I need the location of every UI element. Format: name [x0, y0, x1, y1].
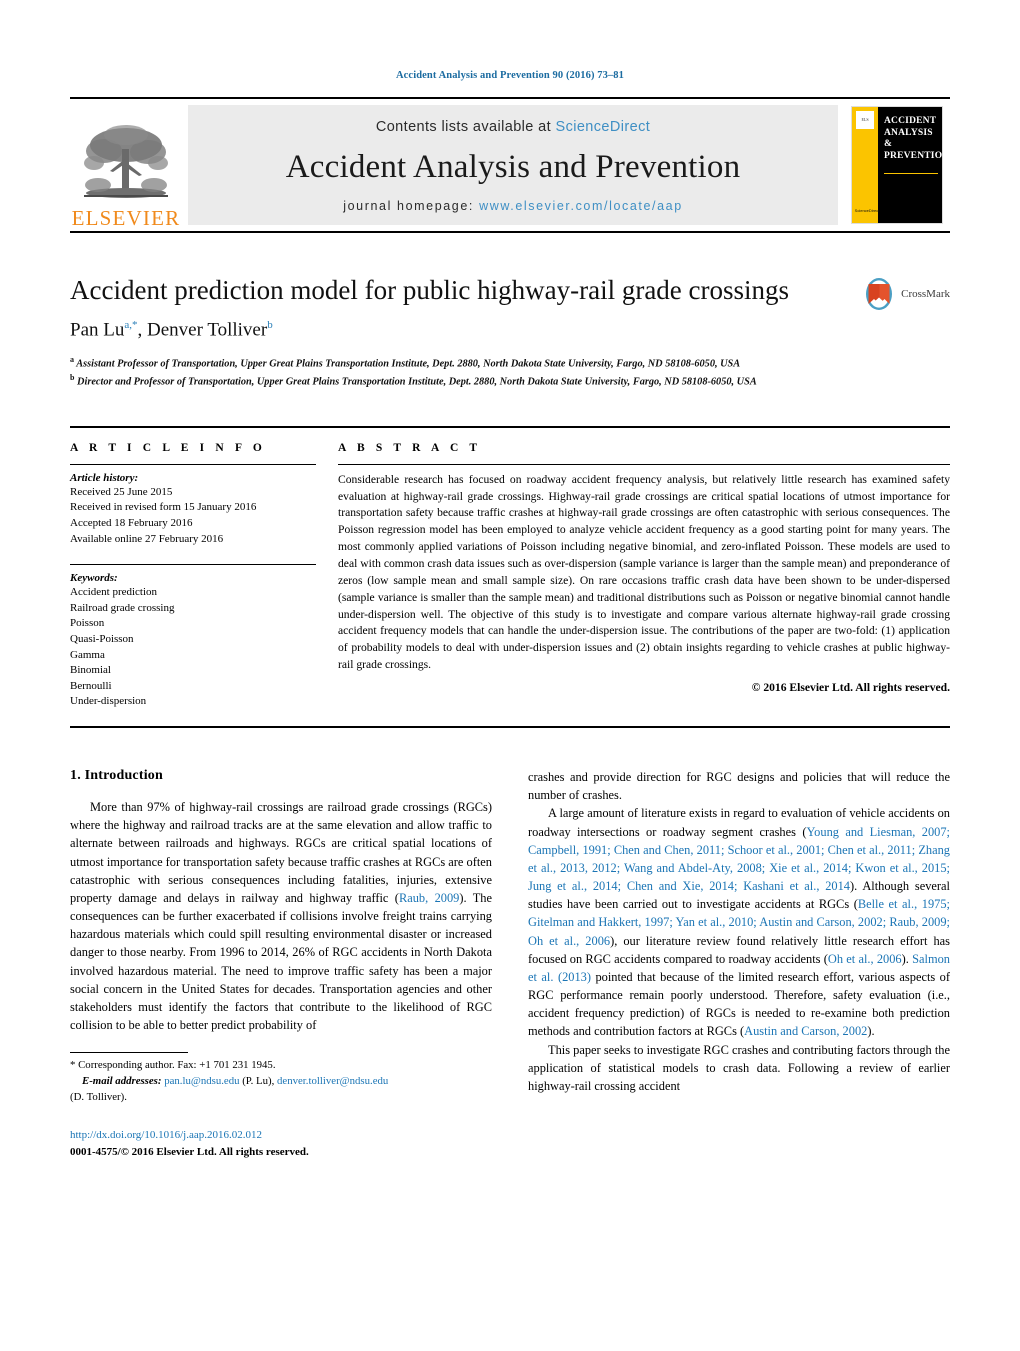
journal-masthead: ELSEVIER Contents lists available at Sci… [70, 97, 950, 233]
footnote-email-line: E-mail addresses: pan.lu@ndsu.edu (P. Lu… [70, 1074, 492, 1090]
affiliation-b-marker: b [70, 373, 75, 383]
elsevier-logo: ELSEVIER [70, 99, 182, 231]
intro-paragraph-1-continued: crashes and provide direction for RGC de… [528, 768, 950, 804]
keyword-item: Bernoulli [70, 679, 112, 692]
crossmark-badge[interactable]: CrossMark [862, 277, 950, 311]
abstract-copyright: © 2016 Elsevier Ltd. All rights reserved… [751, 681, 950, 694]
elsevier-tree-icon [84, 125, 168, 198]
intro-p2-text-d: ). [901, 951, 913, 966]
abstract-rule [338, 463, 950, 465]
paper-page: Accident Analysis and Prevention 90 (201… [0, 0, 1020, 1351]
affiliation-a-marker: a [70, 355, 74, 365]
author-list: Pan Lua,*, Denver Tolliverb [70, 319, 950, 341]
journal-homepage-line: journal homepage: www.elsevier.com/locat… [343, 199, 683, 213]
article-info-column: A R T I C L E I N F O Article history: R… [70, 442, 338, 710]
contents-prefix: Contents lists available at [375, 119, 556, 135]
intro-p1-text-a: More than 97% of highway-rail crossings … [70, 800, 492, 905]
article-title-block: CrossMark Accident prediction model for … [70, 275, 950, 390]
affiliation-a: a Assistant Professor of Transportation,… [70, 354, 950, 372]
keywords-label: Keywords: [70, 572, 118, 585]
history-item: Accepted 18 February 2016 [70, 516, 193, 529]
crossmark-label: CrossMark [901, 288, 950, 300]
affiliation-b-text: Director and Professor of Transportation… [77, 376, 757, 388]
corresponding-author-footnote: * Corresponding author. Fax: +1 701 231 … [70, 1052, 492, 1105]
keyword-item: Under-dispersion [70, 695, 147, 708]
author-separator: , [137, 319, 147, 341]
author-2-affiliation-marker[interactable]: b [267, 319, 273, 331]
affiliations-block: a Assistant Professor of Transportation,… [70, 354, 950, 389]
intro-paragraph-3: This paper seeks to investigate RGC cras… [528, 1042, 950, 1093]
abstract-text: Considerable research has focused on roa… [338, 472, 950, 672]
intro-p1-continuation-text: crashes and provide direction for RGC de… [528, 770, 950, 803]
article-history-label: Article history: [70, 471, 139, 484]
footnote-corresponding-text: Corresponding author. Fax: +1 701 231 19… [75, 1059, 276, 1072]
abstract-column: A B S T R A C T Considerable research ha… [338, 442, 950, 710]
citation-oh-2006[interactable]: Oh et al., 2006 [828, 952, 902, 966]
keywords-rule [70, 564, 316, 566]
running-head: Accident Analysis and Prevention 90 (201… [395, 70, 625, 81]
footnote-email-owner-2: (D. Tolliver). [70, 1090, 127, 1103]
email-1-owner: (P. Lu), [239, 1074, 278, 1087]
keyword-item: Poisson [70, 617, 105, 630]
journal-cover-thumbnail: ELS ACCIDENT ANALYSIS & PREVENTION ScienceD… [844, 99, 950, 231]
keyword-item: Railroad grade crossing [70, 601, 175, 614]
cover-elsevier-mark-icon: ELS [856, 111, 874, 129]
author-name-2: Denver Tolliver [147, 319, 268, 341]
cover-sciencedirect-label: ScienceDirect [854, 208, 880, 213]
keyword-item: Quasi-Poisson [70, 632, 134, 645]
email-link-pan-lu[interactable]: pan.lu@ndsu.edu [164, 1075, 239, 1087]
keyword-item: Accident prediction [70, 586, 158, 599]
body-columns: 1. Introduction More than 97% of highway… [70, 768, 950, 1160]
article-info-heading: A R T I C L E I N F O [70, 441, 266, 454]
crossmark-icon [866, 278, 893, 310]
history-item: Received 25 June 2015 [70, 485, 173, 498]
author-name-1: Pan Lu [70, 319, 125, 341]
cover-image: ELS ACCIDENT ANALYSIS & PREVENTION ScienceD… [851, 106, 943, 224]
affiliation-b: b Director and Professor of Transportati… [70, 372, 950, 390]
body-left-column: 1. Introduction More than 97% of highway… [70, 768, 492, 1160]
article-info-abstract-band: A R T I C L E I N F O Article history: R… [70, 425, 950, 728]
cover-divider [884, 173, 938, 174]
citation-raub-2009[interactable]: Raub, 2009 [399, 891, 459, 905]
affiliation-a-text: Assistant Professor of Transportation, U… [76, 358, 741, 370]
email-link-denver-tolliver[interactable]: denver.tolliver@ndsu.edu [277, 1075, 388, 1087]
homepage-prefix: journal homepage: [343, 199, 480, 213]
article-info-rule [70, 463, 316, 465]
intro-paragraph-2: A large amount of literature exists in r… [528, 804, 950, 1040]
doi-link[interactable]: http://dx.doi.org/10.1016/j.aap.2016.02.… [70, 1129, 262, 1141]
sciencedirect-link[interactable]: ScienceDirect [556, 119, 651, 135]
intro-p2-text-f: ). [867, 1024, 875, 1039]
section-heading-introduction: 1. Introduction [70, 768, 163, 783]
email-addresses-label: E-mail addresses: [82, 1074, 162, 1087]
masthead-center-panel: Contents lists available at ScienceDirec… [188, 105, 838, 225]
elsevier-wordmark: ELSEVIER [71, 206, 181, 230]
history-item: Received in revised form 15 January 2016 [70, 501, 257, 514]
journal-title: Accident Analysis and Prevention [285, 148, 741, 185]
journal-homepage-link[interactable]: www.elsevier.com/locate/aap [479, 199, 683, 213]
footnote-corresponding-line: * Corresponding author. Fax: +1 701 231 … [70, 1058, 492, 1074]
author-1-affiliation-marker[interactable]: a,* [124, 319, 137, 331]
history-item: Available online 27 February 2016 [70, 532, 224, 545]
citation-austin-carson-2002[interactable]: Austin and Carson, 2002 [744, 1024, 867, 1038]
intro-p1-text-b: ). The consequences can be further exace… [70, 890, 492, 1033]
keyword-item: Gamma [70, 648, 105, 661]
doi-footer-block: http://dx.doi.org/10.1016/j.aap.2016.02.… [70, 1127, 492, 1160]
keyword-item: Binomial [70, 664, 111, 677]
intro-paragraph-1: More than 97% of highway-rail crossings … [70, 798, 492, 1034]
intro-p2-text-e: pointed that because of the limited rese… [528, 969, 951, 1039]
body-right-column: crashes and provide direction for RGC de… [528, 768, 950, 1160]
issn-copyright-line: 0001-4575/© 2016 Elsevier Ltd. All right… [70, 1145, 309, 1158]
abstract-heading: A B S T R A C T [338, 441, 482, 454]
page-title: Accident prediction model for public hig… [70, 275, 790, 305]
contents-available-line: Contents lists available at ScienceDirec… [376, 119, 650, 135]
cover-title-text: ACCIDENT ANALYSIS & PREVENTION [884, 116, 943, 161]
